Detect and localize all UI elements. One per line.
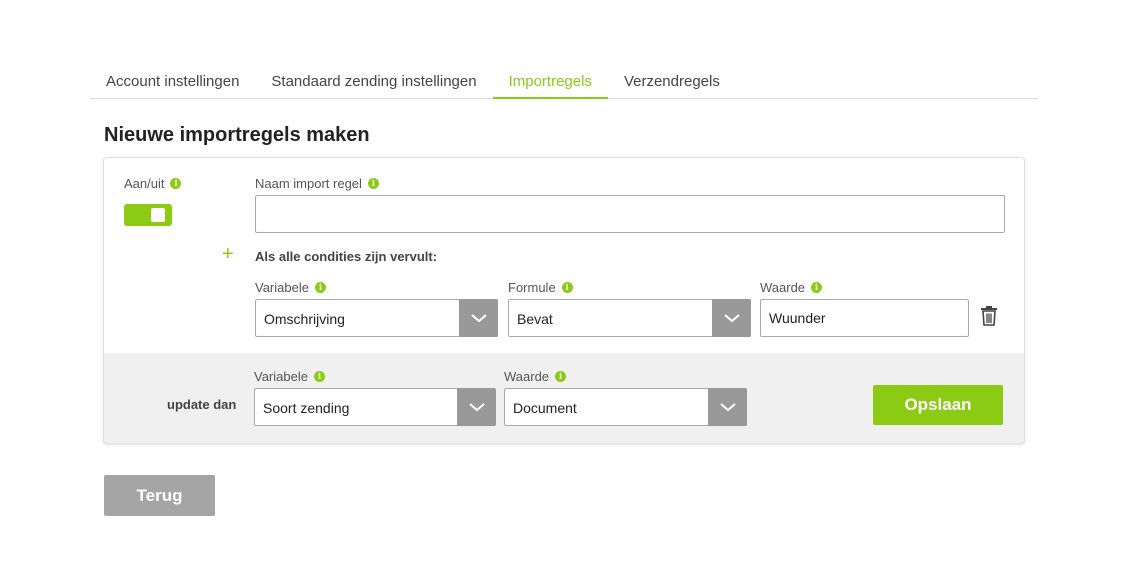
info-icon: i: [367, 178, 379, 189]
condition-formula-label: Formule i: [508, 280, 573, 295]
condition-variable-label: Variabele i: [255, 280, 326, 295]
chevron-down-icon[interactable]: [457, 388, 496, 426]
info-icon: i: [313, 371, 325, 382]
import-rule-card: Aan/uit i Naam import regel i + Als alle…: [103, 157, 1025, 444]
toggle-knob: [151, 208, 165, 222]
update-variable-select[interactable]: Soort zending: [254, 388, 496, 426]
condition-formula-select[interactable]: Bevat: [508, 299, 751, 337]
update-value-label: Waarde i: [504, 369, 567, 384]
update-variable-value: Soort zending: [263, 400, 350, 416]
condition-variable-value: Omschrijving: [264, 311, 345, 327]
info-icon: i: [170, 178, 182, 189]
conditions-title: Als alle condities zijn vervult:: [255, 249, 438, 264]
update-value-label-text: Waarde: [504, 369, 550, 384]
back-button[interactable]: Terug: [104, 475, 215, 516]
rule-name-label-text: Naam import regel: [255, 176, 362, 191]
condition-value-label: Waarde i: [760, 280, 823, 295]
tab-standaard-zending-instellingen[interactable]: Standaard zending instellingen: [255, 62, 492, 99]
chevron-down-icon[interactable]: [712, 299, 751, 337]
condition-value-input[interactable]: [760, 299, 969, 337]
update-value-value: Document: [513, 400, 577, 416]
update-value-select[interactable]: Document: [504, 388, 747, 426]
page-title: Nieuwe importregels maken: [104, 124, 370, 146]
condition-variable-label-text: Variabele: [255, 280, 309, 295]
condition-formula-label-text: Formule: [508, 280, 556, 295]
tab-verzendregels[interactable]: Verzendregels: [608, 62, 736, 99]
trash-icon[interactable]: [980, 306, 998, 326]
onoff-toggle[interactable]: [124, 204, 172, 226]
info-icon: i: [561, 282, 573, 293]
update-variable-label-text: Variabele: [254, 369, 308, 384]
condition-variable-select[interactable]: Omschrijving: [255, 299, 498, 337]
rule-name-label: Naam import regel i: [255, 176, 379, 191]
rule-name-input[interactable]: [255, 195, 1005, 233]
chevron-down-icon[interactable]: [708, 388, 747, 426]
onoff-label-text: Aan/uit: [124, 176, 165, 191]
condition-formula-value: Bevat: [517, 311, 553, 327]
rule-conditions-section: Aan/uit i Naam import regel i + Als alle…: [104, 158, 1024, 353]
info-icon: i: [555, 371, 567, 382]
onoff-label: Aan/uit i: [124, 176, 182, 191]
update-label: update dan: [167, 397, 237, 412]
add-condition-icon[interactable]: +: [222, 244, 234, 264]
condition-value-label-text: Waarde: [760, 280, 806, 295]
tab-account-instellingen[interactable]: Account instellingen: [90, 62, 255, 99]
info-icon: i: [811, 282, 823, 293]
update-variable-label: Variabele i: [254, 369, 325, 384]
save-button[interactable]: Opslaan: [873, 385, 1003, 425]
tab-importregels[interactable]: Importregels: [492, 62, 608, 99]
chevron-down-icon[interactable]: [459, 299, 498, 337]
info-icon: i: [314, 282, 326, 293]
settings-tabs: Account instellingen Standaard zending i…: [90, 62, 1038, 99]
